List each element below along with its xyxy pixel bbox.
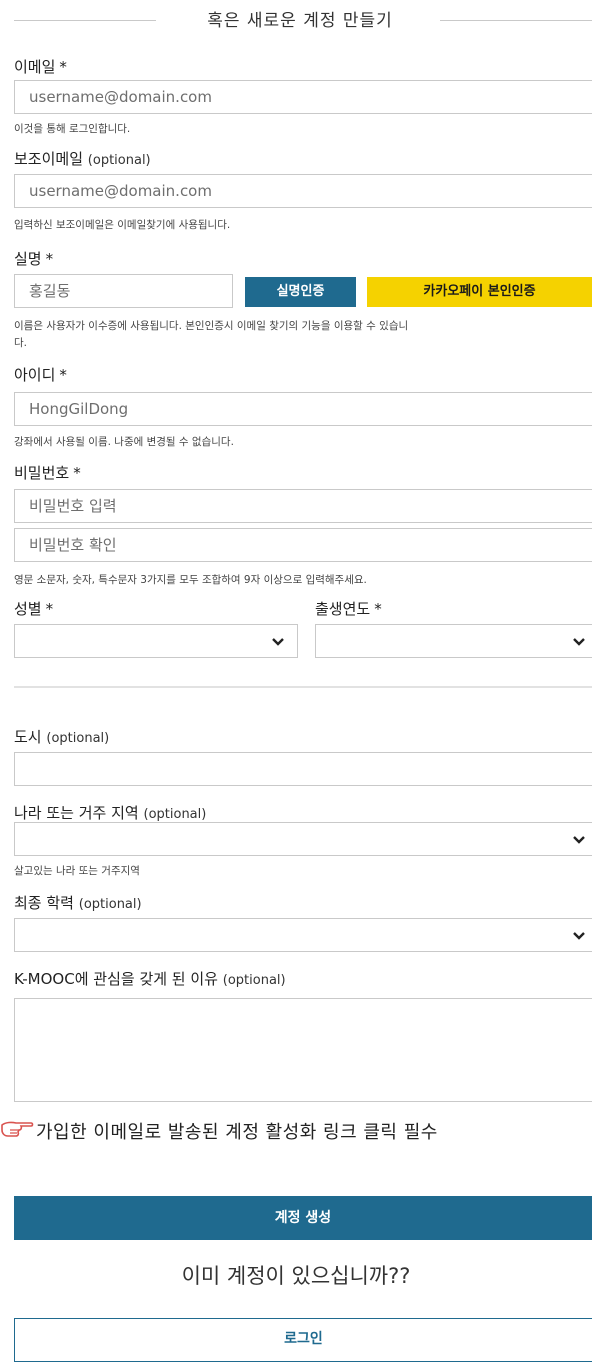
country-label-text: 나라 또는 거주 지역 xyxy=(14,804,139,822)
required-mark: * xyxy=(45,250,54,268)
name-field[interactable]: 홍길동 xyxy=(14,274,233,308)
city-label-text: 도시 xyxy=(14,728,42,746)
email-help: 이것을 통해 로그인합니다. xyxy=(14,123,131,135)
activation-notice: 가입한 이메일로 발송된 계정 활성화 링크 클릭 필수 xyxy=(36,1122,438,1143)
secondary-email-field[interactable]: username@domain.com xyxy=(14,174,592,208)
name-label: 실명 * xyxy=(14,248,53,269)
section-divider xyxy=(14,686,592,688)
username-help: 강좌에서 사용될 이름. 나중에 변경될 수 없습니다. xyxy=(14,436,234,448)
reason-label: K-MOOC에 관심을 갖게 된 이유 (optional) xyxy=(14,968,286,989)
required-mark: * xyxy=(45,600,54,618)
chevron-down-icon xyxy=(573,836,585,844)
email-label: 이메일 * xyxy=(14,56,67,77)
chevron-down-icon xyxy=(573,638,585,646)
education-select[interactable] xyxy=(14,918,592,952)
password-confirm-field[interactable]: 비밀번호 확인 xyxy=(14,528,592,562)
email-field[interactable]: username@domain.com xyxy=(14,80,592,114)
password-label: 비밀번호 * xyxy=(14,462,81,483)
username-label-text: 아이디 xyxy=(14,366,56,384)
birth-year-label-text: 출생연도 xyxy=(315,600,371,618)
required-mark: * xyxy=(59,366,67,384)
login-button[interactable]: 로그인 xyxy=(14,1318,592,1362)
chevron-down-icon xyxy=(573,932,585,940)
education-label-text: 최종 학력 xyxy=(14,894,74,912)
optional-tag: (optional) xyxy=(222,973,286,988)
optional-tag: (optional) xyxy=(78,897,142,912)
country-select[interactable] xyxy=(14,822,592,856)
username-field[interactable]: HongGilDong xyxy=(14,392,592,426)
required-mark: * xyxy=(73,464,81,482)
login-button-label: 로그인 xyxy=(284,1331,323,1347)
required-mark: * xyxy=(374,600,382,618)
reason-label-text: K-MOOC에 관심을 갖게 된 이유 xyxy=(14,970,218,988)
secondary-email-help: 입력하신 보조이메일은 이메일찾기에 사용됩니다. xyxy=(14,219,231,231)
birth-year-select[interactable] xyxy=(315,624,592,658)
secondary-email-label-text: 보조이메일 xyxy=(14,150,84,168)
name-help-line2: 다. xyxy=(14,337,27,349)
city-label: 도시 (optional) xyxy=(14,726,109,747)
gender-label: 성별 * xyxy=(14,598,53,619)
name-label-text: 실명 xyxy=(14,250,42,268)
gender-select[interactable] xyxy=(14,624,298,658)
kakaopay-verify-button[interactable]: 카카오페이 본인인증 xyxy=(367,277,592,307)
password-help: 영문 소문자, 숫자, 특수문자 3가지를 모두 조합하여 9자 이상으로 입력… xyxy=(14,574,367,586)
reason-textarea[interactable] xyxy=(14,998,592,1102)
required-mark: * xyxy=(59,58,67,76)
email-label-text: 이메일 xyxy=(14,58,56,76)
pointing-hand-icon xyxy=(1,1121,34,1137)
country-label: 나라 또는 거주 지역 (optional) xyxy=(14,802,206,823)
password-label-text: 비밀번호 xyxy=(14,464,70,482)
chevron-down-icon xyxy=(272,638,284,646)
city-field[interactable] xyxy=(14,752,592,786)
password-field[interactable]: 비밀번호 입력 xyxy=(14,489,592,523)
header-divider-right xyxy=(440,20,592,21)
create-account-button[interactable]: 계정 생성 xyxy=(14,1196,592,1240)
login-prompt: 이미 계정이 있으십니까?? xyxy=(181,1264,411,1288)
optional-tag: (optional) xyxy=(87,153,151,168)
username-label: 아이디 * xyxy=(14,364,67,385)
birth-year-label: 출생연도 * xyxy=(315,598,382,619)
header-divider-left xyxy=(14,20,156,21)
education-label: 최종 학력 (optional) xyxy=(14,892,142,913)
real-name-verify-button[interactable]: 실명인증 xyxy=(245,277,356,307)
optional-tag: (optional) xyxy=(143,807,207,822)
country-help: 살고있는 나라 또는 거주지역 xyxy=(14,865,140,877)
name-help-line1: 이름은 사용자가 이수증에 사용됩니다. 본인인증시 이메일 찾기의 기능을 이… xyxy=(14,320,409,332)
page-title: 혹은 새로운 계정 만들기 xyxy=(207,11,393,31)
gender-label-text: 성별 xyxy=(14,600,42,618)
secondary-email-label: 보조이메일 (optional) xyxy=(14,148,151,169)
optional-tag: (optional) xyxy=(46,731,110,746)
